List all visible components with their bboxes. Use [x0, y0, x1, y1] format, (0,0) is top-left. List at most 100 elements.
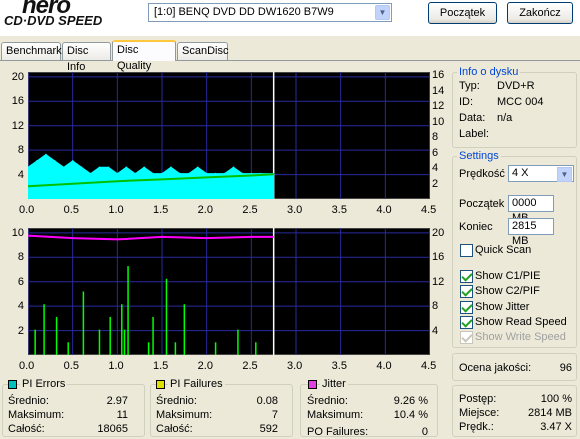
- label-label: Label:: [459, 128, 489, 140]
- jitter-swatch: [308, 380, 317, 389]
- quick-scan-checkbox[interactable]: [460, 244, 473, 257]
- pi-failures-chart: [28, 228, 430, 355]
- y-right-tick-label: 4: [432, 162, 439, 175]
- progress-label: Postęp:: [459, 393, 497, 405]
- tab-benchmark[interactable]: Benchmark: [1, 42, 62, 60]
- pi-errors-point: [80, 166, 83, 169]
- y-right-tick-label: 2: [432, 177, 439, 190]
- start-pos-field[interactable]: 0000 MB: [508, 195, 554, 224]
- place-value: 2814 MB: [527, 407, 572, 419]
- pi-errors-avg-label: Średnio:: [8, 395, 49, 407]
- pi-failures-bar: [98, 329, 101, 355]
- pi-errors-point: [36, 160, 38, 162]
- y-left-tick-label: 16: [11, 95, 24, 108]
- date-label: Data:: [459, 112, 486, 124]
- drive-select-value: [1:0] BENQ DVD DD DW1620 B7W9: [154, 6, 334, 18]
- start-button[interactable]: Początek: [428, 2, 497, 24]
- pi-errors-point: [214, 172, 217, 175]
- pi-failures-bar: [127, 266, 129, 355]
- y-left-tick-label: 2: [17, 324, 24, 337]
- jitter-title: Jitter: [320, 378, 348, 390]
- pi-errors-point: [179, 172, 181, 175]
- y-right-tick-label: 16: [432, 251, 445, 264]
- pi-errors-point: [45, 153, 47, 156]
- pi-failures-bar: [214, 342, 217, 355]
- y-right-tick-label: 16: [432, 69, 445, 82]
- x-tick-label: 1.5: [153, 360, 169, 372]
- jitter-max-label: Maksimum:: [307, 409, 364, 421]
- show-c2-checkbox[interactable]: [460, 285, 473, 298]
- show-read-speed-checkbox[interactable]: [460, 316, 473, 329]
- y-right-tick-label: 20: [432, 226, 445, 239]
- progress-value: 100 %: [540, 393, 572, 405]
- end-pos-field[interactable]: 2815 MB: [508, 218, 554, 247]
- pi-failures-swatch: [156, 380, 165, 389]
- type-value: DVD+R: [497, 80, 535, 92]
- x-tick-label: 0.5: [63, 360, 79, 372]
- jitter-line: [28, 234, 274, 241]
- show-read-speed-label: Show Read Speed: [475, 316, 567, 328]
- jitter-avg: 9.26 %: [393, 395, 428, 407]
- show-write-speed-label: Show Write Speed: [475, 331, 566, 343]
- pi-failures-bar: [82, 291, 85, 355]
- y-right-tick-label: 14: [432, 84, 445, 97]
- pi-errors-point: [71, 160, 74, 162]
- speed-select-value: 4 X: [512, 167, 529, 179]
- tab-scandisc[interactable]: ScanDisc: [177, 42, 228, 60]
- start-pos-label: Początek: [459, 198, 505, 210]
- stop-button[interactable]: Zakończ: [507, 2, 573, 24]
- show-c1-checkbox[interactable]: [460, 270, 473, 283]
- pi-errors-point: [170, 166, 172, 169]
- x-tick-label: 3.0: [287, 360, 303, 372]
- pi-errors-point: [161, 172, 163, 175]
- y-right-tick-label: 8: [432, 300, 439, 313]
- pi-errors-point: [54, 160, 56, 162]
- place-label: Miejsce:: [459, 407, 500, 419]
- pi-errors-point: [188, 172, 190, 175]
- pi-errors-point: [116, 172, 119, 175]
- pi-failures-bar: [123, 329, 126, 355]
- x-tick-label: 2.0: [197, 204, 213, 216]
- x-tick-label: 0.0: [19, 204, 35, 216]
- settings-legend: Settings: [459, 150, 499, 162]
- pi-errors-point: [98, 166, 101, 169]
- pi-failures-title: PI Failures: [168, 378, 225, 390]
- pi-failures-bar: [109, 316, 111, 355]
- tab-disc-quality[interactable]: Disc Quality: [112, 40, 176, 72]
- id-label: ID:: [459, 96, 474, 108]
- pi-errors-point: [143, 166, 145, 169]
- pi-errors-point: [62, 166, 65, 169]
- y-right-tick-label: 8: [432, 131, 439, 144]
- pi-errors-point: [196, 166, 199, 169]
- y-left-tick-label: 6: [17, 275, 24, 288]
- pi-failures-max-label: Maksimum:: [156, 409, 213, 421]
- pi-errors-point: [241, 172, 244, 175]
- x-tick-label: 3.0: [287, 204, 303, 216]
- type-label: Typ:: [459, 80, 480, 92]
- pi-errors-point: [205, 172, 208, 175]
- show-write-speed-checkbox: [460, 331, 473, 344]
- y-left-tick-label: 12: [11, 119, 24, 132]
- speed-label: Prędkość: [459, 168, 505, 180]
- tab-disc-info[interactable]: Disc Info: [62, 42, 111, 73]
- chevron-down-icon[interactable]: ▼: [557, 167, 572, 182]
- x-tick-label: 4.5: [421, 204, 437, 216]
- show-jitter-checkbox[interactable]: [460, 301, 473, 314]
- y-left-tick-label: 8: [17, 251, 24, 264]
- y-left-tick-label: 10: [11, 226, 24, 239]
- y-right-tick-label: 12: [432, 275, 445, 288]
- pi-errors-title: PI Errors: [20, 378, 68, 390]
- speed-select[interactable]: 4 X ▼: [508, 165, 574, 182]
- read-speed-label: Prędk.:: [459, 421, 494, 433]
- pi-errors-max: 11: [116, 409, 128, 421]
- pi-failures-bar: [255, 342, 257, 355]
- x-tick-label: 2.0: [197, 360, 213, 372]
- y-left-tick-label: 20: [11, 70, 24, 83]
- pi-failures-total-label: Całość:: [156, 423, 193, 435]
- jitter-max: 10.4 %: [393, 409, 428, 421]
- po-failures-value: 0: [421, 426, 428, 438]
- drive-select[interactable]: [1:0] BENQ DVD DD DW1620 B7W9 ▼: [148, 3, 392, 22]
- chevron-down-icon[interactable]: ▼: [375, 5, 390, 20]
- show-jitter-label: Show Jitter: [475, 301, 530, 313]
- pi-errors-avg: 2.97: [106, 395, 128, 407]
